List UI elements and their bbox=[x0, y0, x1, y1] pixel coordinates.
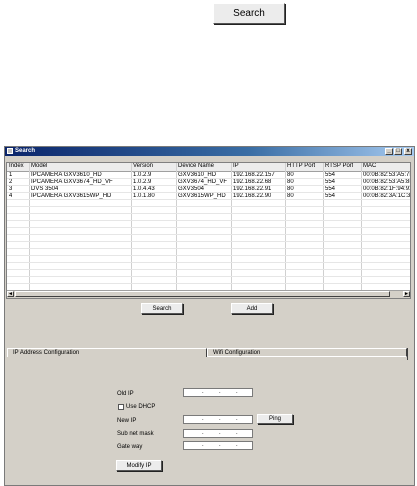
old-ip-field[interactable]: ... bbox=[183, 388, 253, 397]
table-cell: 00:0B:82:53:A5:7F bbox=[363, 172, 411, 178]
column-header[interactable]: Model bbox=[31, 163, 47, 170]
column-header[interactable]: MAC bbox=[363, 163, 376, 170]
row-separator bbox=[7, 276, 410, 277]
table-cell: GXV3615WP_HD bbox=[178, 193, 226, 199]
table-cell: 00:0B:82:1F:94:91 bbox=[363, 186, 411, 192]
table-cell: 00:0B:82:53:A5:8E bbox=[363, 179, 411, 185]
search-window: Search _ □ x Index Model Version Device Nam… bbox=[4, 146, 415, 486]
table-cell: 192.168.22.91 bbox=[233, 186, 272, 192]
table-cell: 1.0.2.9 bbox=[133, 179, 152, 185]
maximize-button[interactable]: □ bbox=[394, 148, 402, 155]
tab-ip-address-configuration[interactable]: IP Address Configuration bbox=[7, 348, 207, 357]
scroll-right-arrow-icon[interactable]: ► bbox=[403, 291, 410, 297]
modify-ip-button[interactable]: Modify IP bbox=[116, 460, 162, 471]
close-button[interactable]: x bbox=[404, 148, 412, 155]
row-separator bbox=[7, 241, 410, 242]
table-cell: 554 bbox=[325, 193, 336, 199]
table-cell: 554 bbox=[325, 172, 336, 178]
horizontal-scrollbar[interactable]: ◄ ► bbox=[7, 290, 410, 298]
table-cell: 192.168.22.157 bbox=[233, 172, 275, 178]
row-separator bbox=[7, 220, 410, 221]
subnet-mask-field[interactable]: ... bbox=[183, 429, 253, 438]
column-header[interactable]: RTSP Port bbox=[325, 163, 353, 170]
top-search-button[interactable]: Search bbox=[213, 3, 285, 24]
column-header[interactable]: Device Name bbox=[178, 163, 214, 170]
ping-button[interactable]: Ping bbox=[257, 414, 293, 424]
tab-edge bbox=[407, 348, 408, 360]
column-header[interactable]: Index bbox=[9, 163, 24, 170]
table-row[interactable]: 1 IPCAMERA GXV3610_HD 1.0.2.9 GXV3610_HD 192… bbox=[7, 172, 410, 179]
table-cell: 80 bbox=[287, 172, 294, 178]
row-separator bbox=[7, 269, 410, 270]
table-cell: IPCAMERA GXV3674_HD_VF bbox=[31, 179, 113, 185]
minimize-button[interactable]: _ bbox=[385, 148, 393, 155]
row-separator bbox=[7, 213, 410, 214]
table-cell: 80 bbox=[287, 193, 294, 199]
row-separator bbox=[7, 283, 410, 284]
table-cell: 80 bbox=[287, 179, 294, 185]
table-cell: 1.0.4.43 bbox=[133, 186, 155, 192]
use-dhcp-checkbox[interactable] bbox=[118, 404, 124, 410]
table-cell: 80 bbox=[287, 186, 294, 192]
table-row[interactable]: 3 DVS 3504 1.0.4.43 GXV3504 192.168.22.91 80 5… bbox=[7, 186, 410, 193]
row-separator bbox=[7, 255, 410, 256]
gateway-label: Gate way bbox=[117, 444, 143, 450]
new-ip-label: New IP bbox=[117, 418, 137, 424]
table-cell: 554 bbox=[325, 186, 336, 192]
table-row[interactable]: 2 IPCAMERA GXV3674_HD_VF 1.0.2.9 GXV3674_HD… bbox=[7, 179, 410, 186]
scroll-left-arrow-icon[interactable]: ◄ bbox=[7, 291, 14, 297]
search-button[interactable]: Search bbox=[141, 303, 183, 314]
row-separator bbox=[7, 234, 410, 235]
table-cell: 1.0.1.80 bbox=[133, 193, 155, 199]
app-icon bbox=[7, 148, 13, 154]
scroll-thumb[interactable] bbox=[15, 291, 390, 297]
row-separator bbox=[7, 248, 410, 249]
column-header[interactable]: IP bbox=[233, 163, 239, 170]
column-header[interactable]: Version bbox=[133, 163, 153, 170]
table-cell: 3 bbox=[9, 186, 13, 192]
device-table: Index Model Version Device Name IP HTTP Port R… bbox=[6, 162, 411, 299]
row-separator bbox=[7, 206, 410, 207]
table-cell: GXV3610_HD bbox=[178, 172, 217, 178]
table-cell: 00:0B:82:3A:1C:35 bbox=[363, 193, 411, 199]
table-row[interactable]: 4 IPCAMERA GXV3615WP_HD 1.0.1.80 GXV3615WP_… bbox=[7, 193, 410, 200]
row-separator bbox=[7, 262, 410, 263]
table-cell: 192.168.22.68 bbox=[233, 179, 272, 185]
tab-wifi-configuration[interactable]: Wifi Configuration bbox=[207, 348, 407, 357]
table-cell: DVS 3504 bbox=[31, 186, 59, 192]
title-bar: Search _ □ x bbox=[5, 147, 414, 156]
table-cell: 2 bbox=[9, 179, 13, 185]
add-button[interactable]: Add bbox=[231, 303, 273, 314]
table-cell: 1.0.2.9 bbox=[133, 172, 152, 178]
old-ip-label: Old IP bbox=[117, 391, 134, 397]
column-header[interactable]: HTTP Port bbox=[287, 163, 315, 170]
row-separator bbox=[7, 227, 410, 228]
new-ip-field[interactable]: ... bbox=[183, 415, 253, 424]
table-cell: GXV3504 bbox=[178, 186, 205, 192]
gateway-field[interactable]: ... bbox=[183, 441, 253, 450]
subnet-mask-label: Sub net mask bbox=[117, 431, 154, 437]
table-cell: 4 bbox=[9, 193, 13, 199]
table-cell: 1 bbox=[9, 172, 13, 178]
table-cell: GXV3674_HD_VF bbox=[178, 179, 228, 185]
table-cell: 554 bbox=[325, 179, 336, 185]
use-dhcp-label: Use DHCP bbox=[126, 404, 156, 410]
window-title: Search bbox=[15, 148, 36, 154]
table-cell: IPCAMERA GXV3610_HD bbox=[31, 172, 102, 178]
table-cell: IPCAMERA GXV3615WP_HD bbox=[31, 193, 112, 199]
table-cell: 192.168.22.90 bbox=[233, 193, 272, 199]
